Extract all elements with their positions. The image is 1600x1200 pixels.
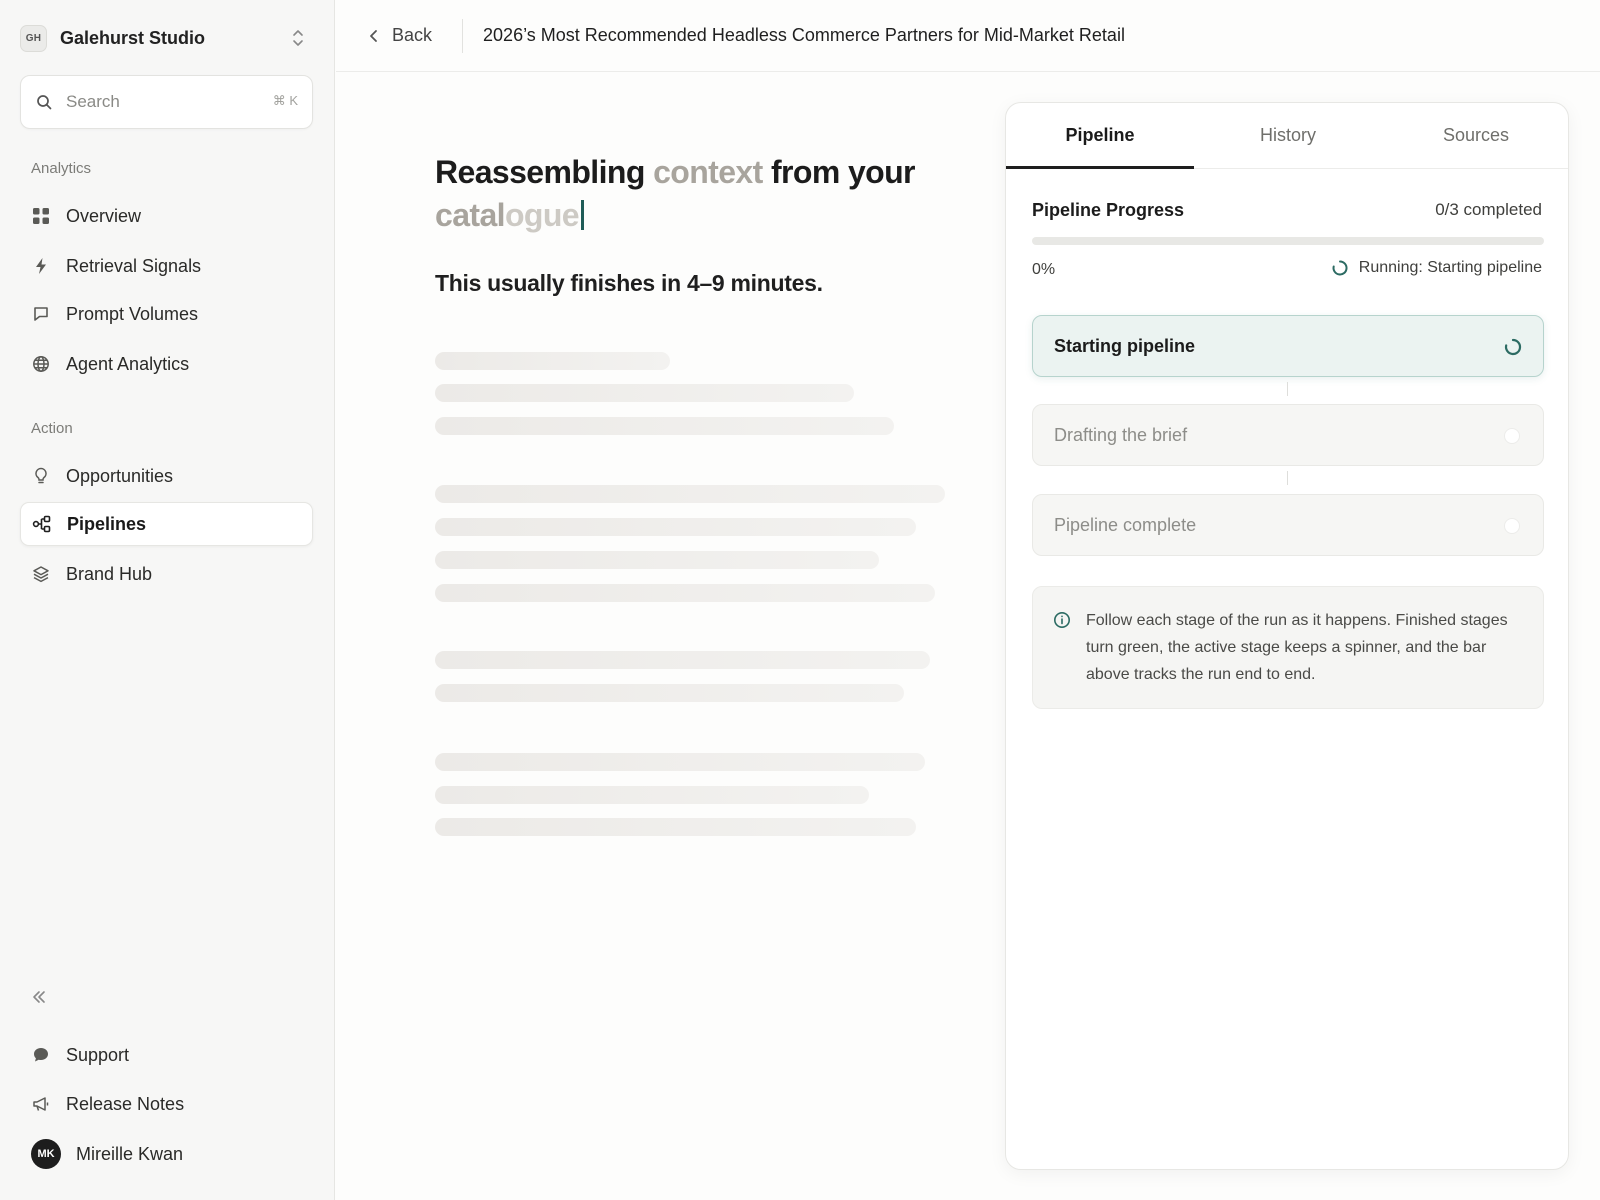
bolt-icon — [31, 256, 51, 276]
sidebar-item-label: Pipelines — [67, 513, 147, 534]
stage-drafting-brief: Drafting the brief — [1032, 404, 1544, 466]
stage-connector — [1287, 471, 1288, 485]
user-name: Mireille Kwan — [76, 1143, 184, 1164]
skeleton-line — [435, 518, 916, 536]
info-icon — [1054, 612, 1070, 628]
info-text: Follow each stage of the run as it happe… — [1086, 612, 1508, 683]
megaphone-icon — [31, 1094, 51, 1114]
release-notes-label: Release Notes — [66, 1093, 185, 1114]
progress-title: Pipeline Progress — [1032, 200, 1185, 220]
search-input[interactable]: Search ⌘ K — [20, 75, 313, 129]
support-link[interactable]: Support — [20, 1033, 313, 1077]
stage-label: Starting pipeline — [1054, 335, 1196, 356]
progress-count: 0/3 completed — [1435, 200, 1542, 219]
avatar: MK — [31, 1139, 61, 1169]
sidebar: GH Galehurst Studio Search ⌘ K Analytics… — [0, 0, 335, 1200]
loading-subhead: This usually finishes in 4–9 minutes. — [435, 270, 823, 296]
section-label-analytics: Analytics — [31, 160, 92, 177]
sidebar-item-overview[interactable]: Overview — [20, 194, 313, 238]
search-placeholder: Search — [66, 92, 120, 111]
progress-status: Running: Starting pipeline — [1331, 259, 1542, 277]
spinner-icon — [1504, 338, 1522, 356]
pending-dot-icon — [1504, 518, 1520, 534]
progress-percent: 0% — [1032, 261, 1056, 278]
sidebar-item-pipelines[interactable]: Pipelines — [20, 502, 313, 546]
sidebar-item-brand-hub[interactable]: Brand Hub — [20, 552, 313, 596]
panel-tabs: Pipeline History Sources — [1006, 103, 1568, 169]
section-label-action: Action — [31, 420, 73, 437]
support-label: Support — [66, 1044, 130, 1065]
collapse-sidebar-icon[interactable] — [30, 988, 48, 1006]
layers-icon — [31, 564, 51, 584]
tab-sources[interactable]: Sources — [1382, 103, 1568, 168]
top-bar: Back 2026’s Most Recommended Headless Co… — [336, 0, 1600, 72]
stage-starting-pipeline: Starting pipeline — [1032, 315, 1544, 377]
sidebar-item-agent-analytics[interactable]: Agent Analytics — [20, 342, 313, 386]
user-menu[interactable]: MK Mireille Kwan — [20, 1132, 313, 1176]
headline-text: Reassembling — [435, 154, 654, 190]
workspace-name: Galehurst Studio — [60, 27, 206, 48]
skeleton-line — [435, 551, 879, 569]
skeleton-line — [435, 584, 935, 602]
sidebar-item-label: Agent Analytics — [66, 353, 190, 374]
headline-text: from your — [762, 154, 916, 190]
stage-label: Drafting the brief — [1054, 424, 1188, 445]
skeleton-line — [435, 753, 925, 771]
grid-icon — [31, 206, 51, 226]
headline-typing-faint: ogue — [504, 197, 580, 233]
skeleton-line — [435, 417, 894, 435]
chevron-left-icon — [370, 29, 377, 42]
pending-dot-icon — [1504, 428, 1520, 444]
search-shortcut: ⌘ K — [272, 93, 298, 108]
tab-pipeline[interactable]: Pipeline — [1006, 103, 1194, 169]
sidebar-item-opportunities[interactable]: Opportunities — [20, 454, 313, 498]
chat-bubble-filled-icon — [31, 1045, 51, 1065]
chat-bubble-icon — [31, 304, 51, 324]
loading-headline: Reassembling context from your catalogue — [435, 151, 935, 237]
sidebar-item-label: Retrieval Signals — [66, 255, 202, 276]
back-label: Back — [392, 25, 433, 45]
typing-caret — [581, 200, 584, 230]
chevron-up-down-icon — [293, 30, 303, 46]
progress-status-label: Running: Starting pipeline — [1358, 259, 1542, 276]
info-callout: Follow each stage of the run as it happe… — [1032, 586, 1544, 709]
skeleton-line — [435, 384, 854, 402]
workspace-logo: GH — [20, 24, 47, 52]
skeleton-line — [435, 651, 930, 669]
sidebar-item-retrieval-signals[interactable]: Retrieval Signals — [20, 244, 313, 288]
page-title: 2026’s Most Recommended Headless Commerc… — [483, 25, 1125, 45]
skeleton-line — [435, 818, 916, 836]
skeleton-line — [435, 786, 869, 804]
release-notes-link[interactable]: Release Notes — [20, 1082, 313, 1126]
back-button[interactable]: Back — [366, 18, 432, 54]
divider — [462, 18, 464, 53]
stage-pipeline-complete: Pipeline complete — [1032, 494, 1544, 556]
sidebar-item-label: Opportunities — [66, 465, 174, 486]
stage-label: Pipeline complete — [1054, 514, 1197, 535]
lightbulb-icon — [31, 466, 51, 486]
sidebar-item-label: Prompt Volumes — [66, 303, 199, 324]
headline-typing: catal — [435, 197, 506, 233]
globe-icon — [31, 354, 51, 374]
sidebar-item-prompt-volumes[interactable]: Prompt Volumes — [20, 292, 313, 336]
pipeline-panel: Pipeline History Sources Pipeline Progre… — [1005, 102, 1569, 1170]
skeleton-line — [435, 352, 670, 370]
stage-connector — [1287, 382, 1288, 396]
pipeline-icon — [32, 514, 52, 534]
skeleton-line — [435, 485, 945, 503]
workspace-switcher[interactable]: GH Galehurst Studio — [20, 20, 315, 56]
progress-bar — [1032, 237, 1544, 245]
sidebar-item-label: Brand Hub — [66, 563, 153, 584]
sidebar-item-label: Overview — [66, 205, 142, 226]
spinner-icon — [1332, 260, 1348, 276]
search-icon — [37, 95, 52, 110]
skeleton-line — [435, 684, 904, 702]
tab-history[interactable]: History — [1194, 103, 1382, 168]
headline-highlight: context — [653, 154, 763, 190]
